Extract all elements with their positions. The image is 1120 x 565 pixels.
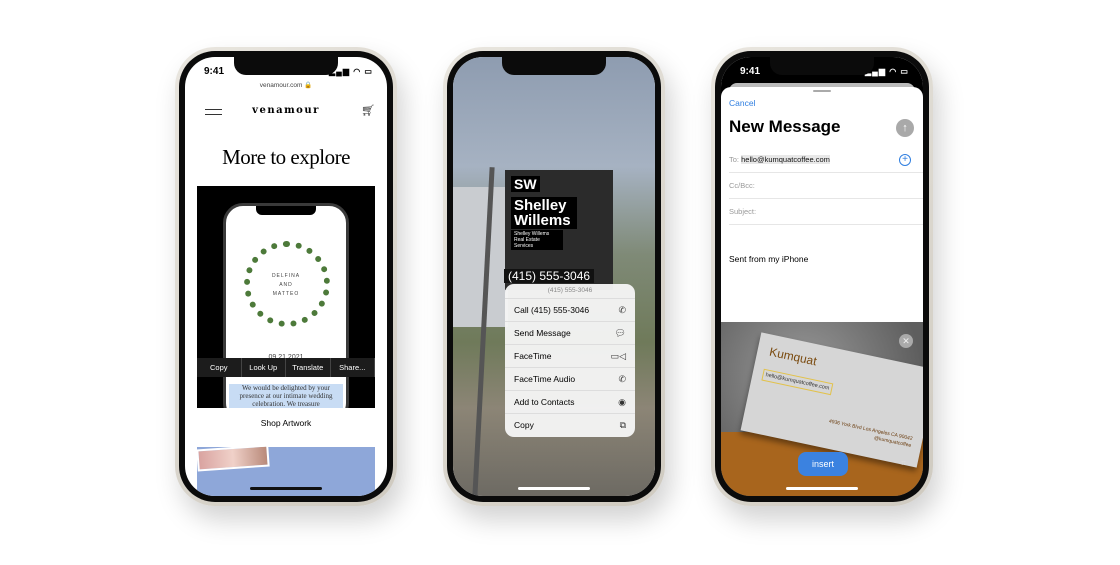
menu-item-label: FaceTime Audio	[514, 374, 576, 384]
menu-item-label: Call (415) 555-3046	[514, 305, 590, 315]
phone-safari: 9:41 ▂▄▆ ◠ ▭ venamour.com 🔒 venamour 🛒︎ …	[175, 47, 397, 506]
translate-button[interactable]: Translate	[286, 358, 331, 377]
sign-initials: SW	[511, 176, 540, 192]
home-indicator[interactable]	[250, 487, 322, 490]
card-address: 4936 York Blvd Los Angeles CA 90042 @kum…	[828, 418, 914, 449]
to-field[interactable]: To: hello@kumquatcoffee.com +	[729, 147, 923, 173]
menu-item-call[interactable]: Call (415) 555-3046 ✆	[505, 298, 635, 321]
status-time: 9:41	[740, 66, 761, 77]
menu-item-facetime[interactable]: FaceTime ▭◁	[505, 344, 635, 367]
menu-item-facetime-audio[interactable]: FaceTime Audio ✆	[505, 367, 635, 390]
notch	[502, 57, 606, 75]
phone-mail: 9:41 ▂▄▆ ◠ ▭ Cancel New Message ↑ To: he…	[711, 47, 933, 506]
artwork-image: DELFINA AND MATTEO 09.21.2021 Copy Look …	[197, 186, 375, 408]
card-email: hello@kumquatcoffee.com	[761, 368, 834, 396]
compose-title: New Message	[729, 117, 841, 136]
copy-button[interactable]: Copy	[197, 358, 242, 377]
home-indicator[interactable]	[786, 487, 858, 490]
card-name: Kumquat	[768, 344, 819, 369]
status-time: 9:41	[204, 66, 225, 77]
menu-header: (415) 555-3046	[547, 287, 593, 294]
add-contact-icon: ◉	[618, 396, 626, 407]
scan-text-icon[interactable]: ⌗	[901, 458, 906, 469]
cart-icon[interactable]: 🛒︎	[361, 104, 375, 117]
live-text-menu: (415) 555-3046 Call (415) 555-3046 ✆ Send…	[505, 284, 635, 437]
page-title: More to explore	[222, 145, 350, 169]
add-contact-icon[interactable]: +	[899, 154, 911, 166]
arrow-up-icon: ↑	[902, 122, 908, 134]
text-context-menu: Copy Look Up Translate Share...	[197, 358, 375, 377]
look-up-button[interactable]: Look Up	[242, 358, 286, 377]
menu-item-label: Add to Contacts	[514, 397, 575, 407]
cancel-button[interactable]: Cancel	[729, 98, 755, 108]
selected-text[interactable]: We would be delighted by your presence a…	[229, 384, 343, 408]
site-logo[interactable]: venamour	[185, 105, 387, 116]
subject-label: Subject:	[729, 207, 757, 216]
menu-item-label: FaceTime	[514, 351, 552, 361]
house-image	[453, 187, 508, 327]
phone-icon: ✆	[618, 304, 626, 315]
to-label: To:	[729, 155, 740, 164]
notch	[234, 57, 338, 75]
notch	[770, 57, 874, 75]
camera-text-scanner: Kumquat hello@kumquatcoffee.com 4936 Yor…	[721, 322, 923, 496]
message-body[interactable]: Sent from my iPhone	[729, 254, 808, 264]
camera-screen: SW Shelley Willems Shelley Willems Real …	[453, 57, 655, 496]
sign-name: Shelley Willems	[511, 197, 577, 229]
url-bar[interactable]: venamour.com 🔒	[185, 81, 387, 89]
home-indicator[interactable]	[518, 487, 590, 490]
menu-item-send-message[interactable]: Send Message 💬︎	[505, 321, 635, 344]
cc-bcc-field[interactable]: Cc/Bcc:	[729, 173, 923, 199]
send-button[interactable]: ↑	[896, 119, 914, 137]
invite-names: DELFINA AND MATTEO	[271, 273, 301, 297]
video-icon: ▭◁	[610, 350, 626, 361]
menu-item-label: Copy	[514, 420, 534, 430]
to-value[interactable]: hello@kumquatcoffee.com	[741, 155, 830, 164]
share-button[interactable]: Share...	[331, 358, 375, 377]
insert-button[interactable]: insert	[798, 452, 848, 476]
subject-field[interactable]: Subject:	[729, 199, 923, 225]
mail-screen: 9:41 ▂▄▆ ◠ ▭ Cancel New Message ↑ To: he…	[721, 57, 923, 496]
sign-phone-number[interactable]: (415) 555-3046	[504, 269, 595, 283]
phone-icon: ✆	[618, 373, 626, 384]
menu-item-copy[interactable]: Copy ⧉	[505, 413, 635, 436]
shop-artwork-link[interactable]: Shop Artwork	[185, 418, 387, 428]
compose-sheet: Cancel New Message ↑ To: hello@kumquatco…	[721, 87, 923, 327]
copy-icon: ⧉	[619, 419, 626, 430]
sign-subtitle: Shelley Willems Real Estate Services	[511, 230, 563, 250]
safari-screen: 9:41 ▂▄▆ ◠ ▭ venamour.com 🔒 venamour 🛒︎ …	[185, 57, 387, 496]
message-icon: 💬︎	[614, 327, 626, 338]
sheet-grabber[interactable]	[813, 90, 831, 92]
cc-label: Cc/Bcc:	[729, 181, 755, 190]
menu-item-add-to-contacts[interactable]: Add to Contacts ◉	[505, 390, 635, 413]
invitation-phone-image: DELFINA AND MATTEO 09.21.2021	[223, 203, 349, 408]
menu-item-label: Send Message	[514, 328, 571, 338]
phone-camera: SW Shelley Willems Shelley Willems Real …	[443, 47, 665, 506]
close-icon[interactable]: ✕	[899, 334, 913, 348]
